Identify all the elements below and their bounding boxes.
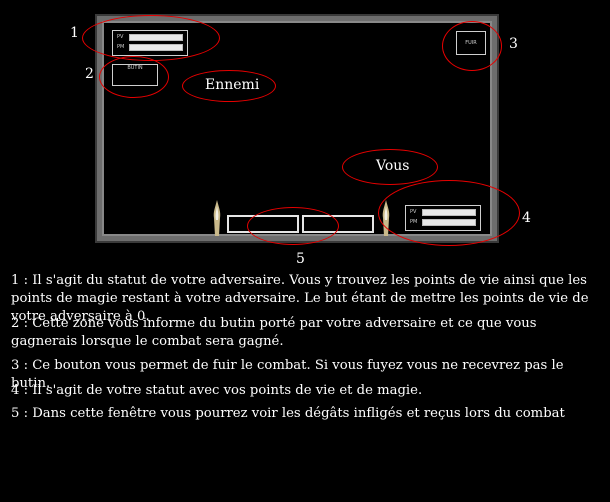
annotation-ellipse-5 [247,207,339,245]
callout-2: 2 [85,66,94,82]
annotation-ellipse-enemy [182,70,276,102]
description-4: 4 : Il s'agit de votre statut avec vos p… [11,383,423,398]
callout-4: 4 [522,210,531,226]
torch-left-icon [213,200,221,236]
description-2: 2 : Cette zone vous informe du butin por… [11,316,537,349]
annotation-ellipse-3 [442,21,502,71]
callout-1: 1 [70,25,79,41]
annotation-ellipse-4 [378,180,520,246]
callout-5: 5 [296,251,305,267]
callout-3: 3 [509,36,518,52]
description-5: 5 : Dans cette fenêtre vous pourrez voir… [11,406,565,421]
annotation-ellipse-player [342,149,438,185]
annotation-ellipse-1 [82,15,220,61]
annotation-ellipse-2 [99,56,169,98]
